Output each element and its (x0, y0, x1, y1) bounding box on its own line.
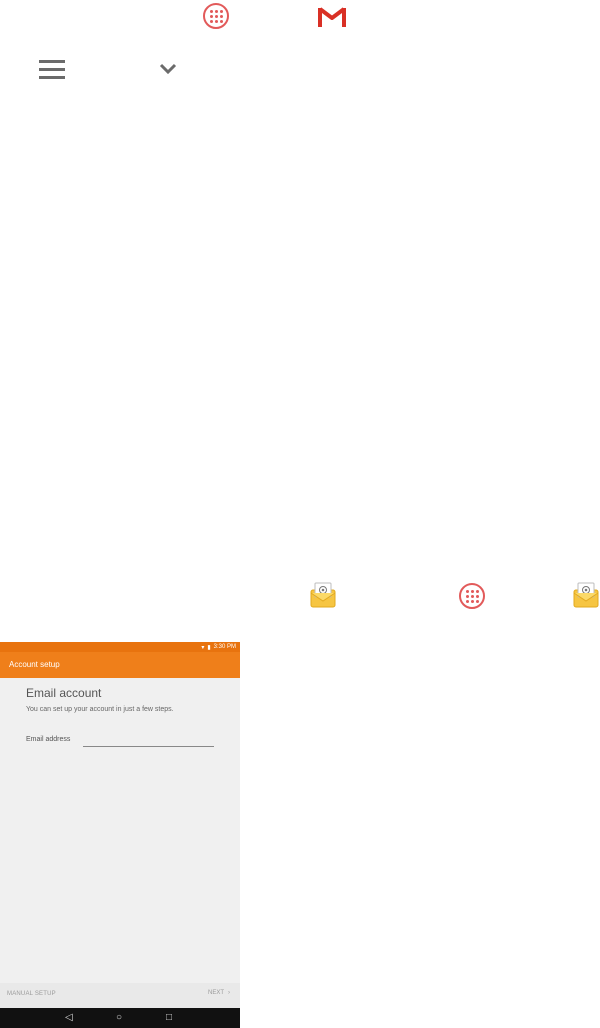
recents-nav-button[interactable]: □ (166, 1012, 172, 1024)
email-field-label: Email address (26, 736, 71, 743)
android-nav-bar: ◁ ○ □ (0, 1008, 240, 1028)
home-nav-button[interactable]: ○ (116, 1012, 122, 1024)
page-subtitle: You can set up your account in just a fe… (26, 706, 174, 713)
chevron-down-icon[interactable] (159, 62, 177, 80)
status-bar: ▾ ▮ 3:30 PM (0, 642, 240, 652)
apps-launcher-icon[interactable] (459, 583, 485, 609)
wifi-icon: ▾ (201, 644, 205, 651)
menu-icon[interactable] (39, 60, 65, 84)
app-bar-title: Account setup (9, 660, 60, 669)
account-setup-content: Email account You can set up your accoun… (0, 678, 240, 983)
next-button[interactable]: NEXT › (208, 990, 230, 996)
email-app-icon[interactable] (309, 581, 337, 609)
battery-icon: ▮ (207, 644, 211, 651)
chevron-right-icon: › (228, 990, 230, 996)
page-title: Email account (26, 686, 102, 700)
status-time: 3:30 PM (213, 644, 236, 650)
manual-setup-button[interactable]: MANUAL SETUP (7, 991, 56, 997)
email-app-icon[interactable] (572, 581, 600, 609)
setup-footer: MANUAL SETUP NEXT › (0, 983, 240, 1008)
email-field[interactable] (83, 736, 214, 747)
apps-launcher-icon[interactable] (203, 3, 229, 29)
next-label: NEXT (207, 990, 224, 996)
back-nav-button[interactable]: ◁ (65, 1012, 73, 1024)
app-bar: Account setup (0, 652, 240, 678)
phone-screenshot: ▾ ▮ 3:30 PM Account setup Email account … (0, 642, 240, 1028)
gmail-icon[interactable] (318, 5, 346, 27)
